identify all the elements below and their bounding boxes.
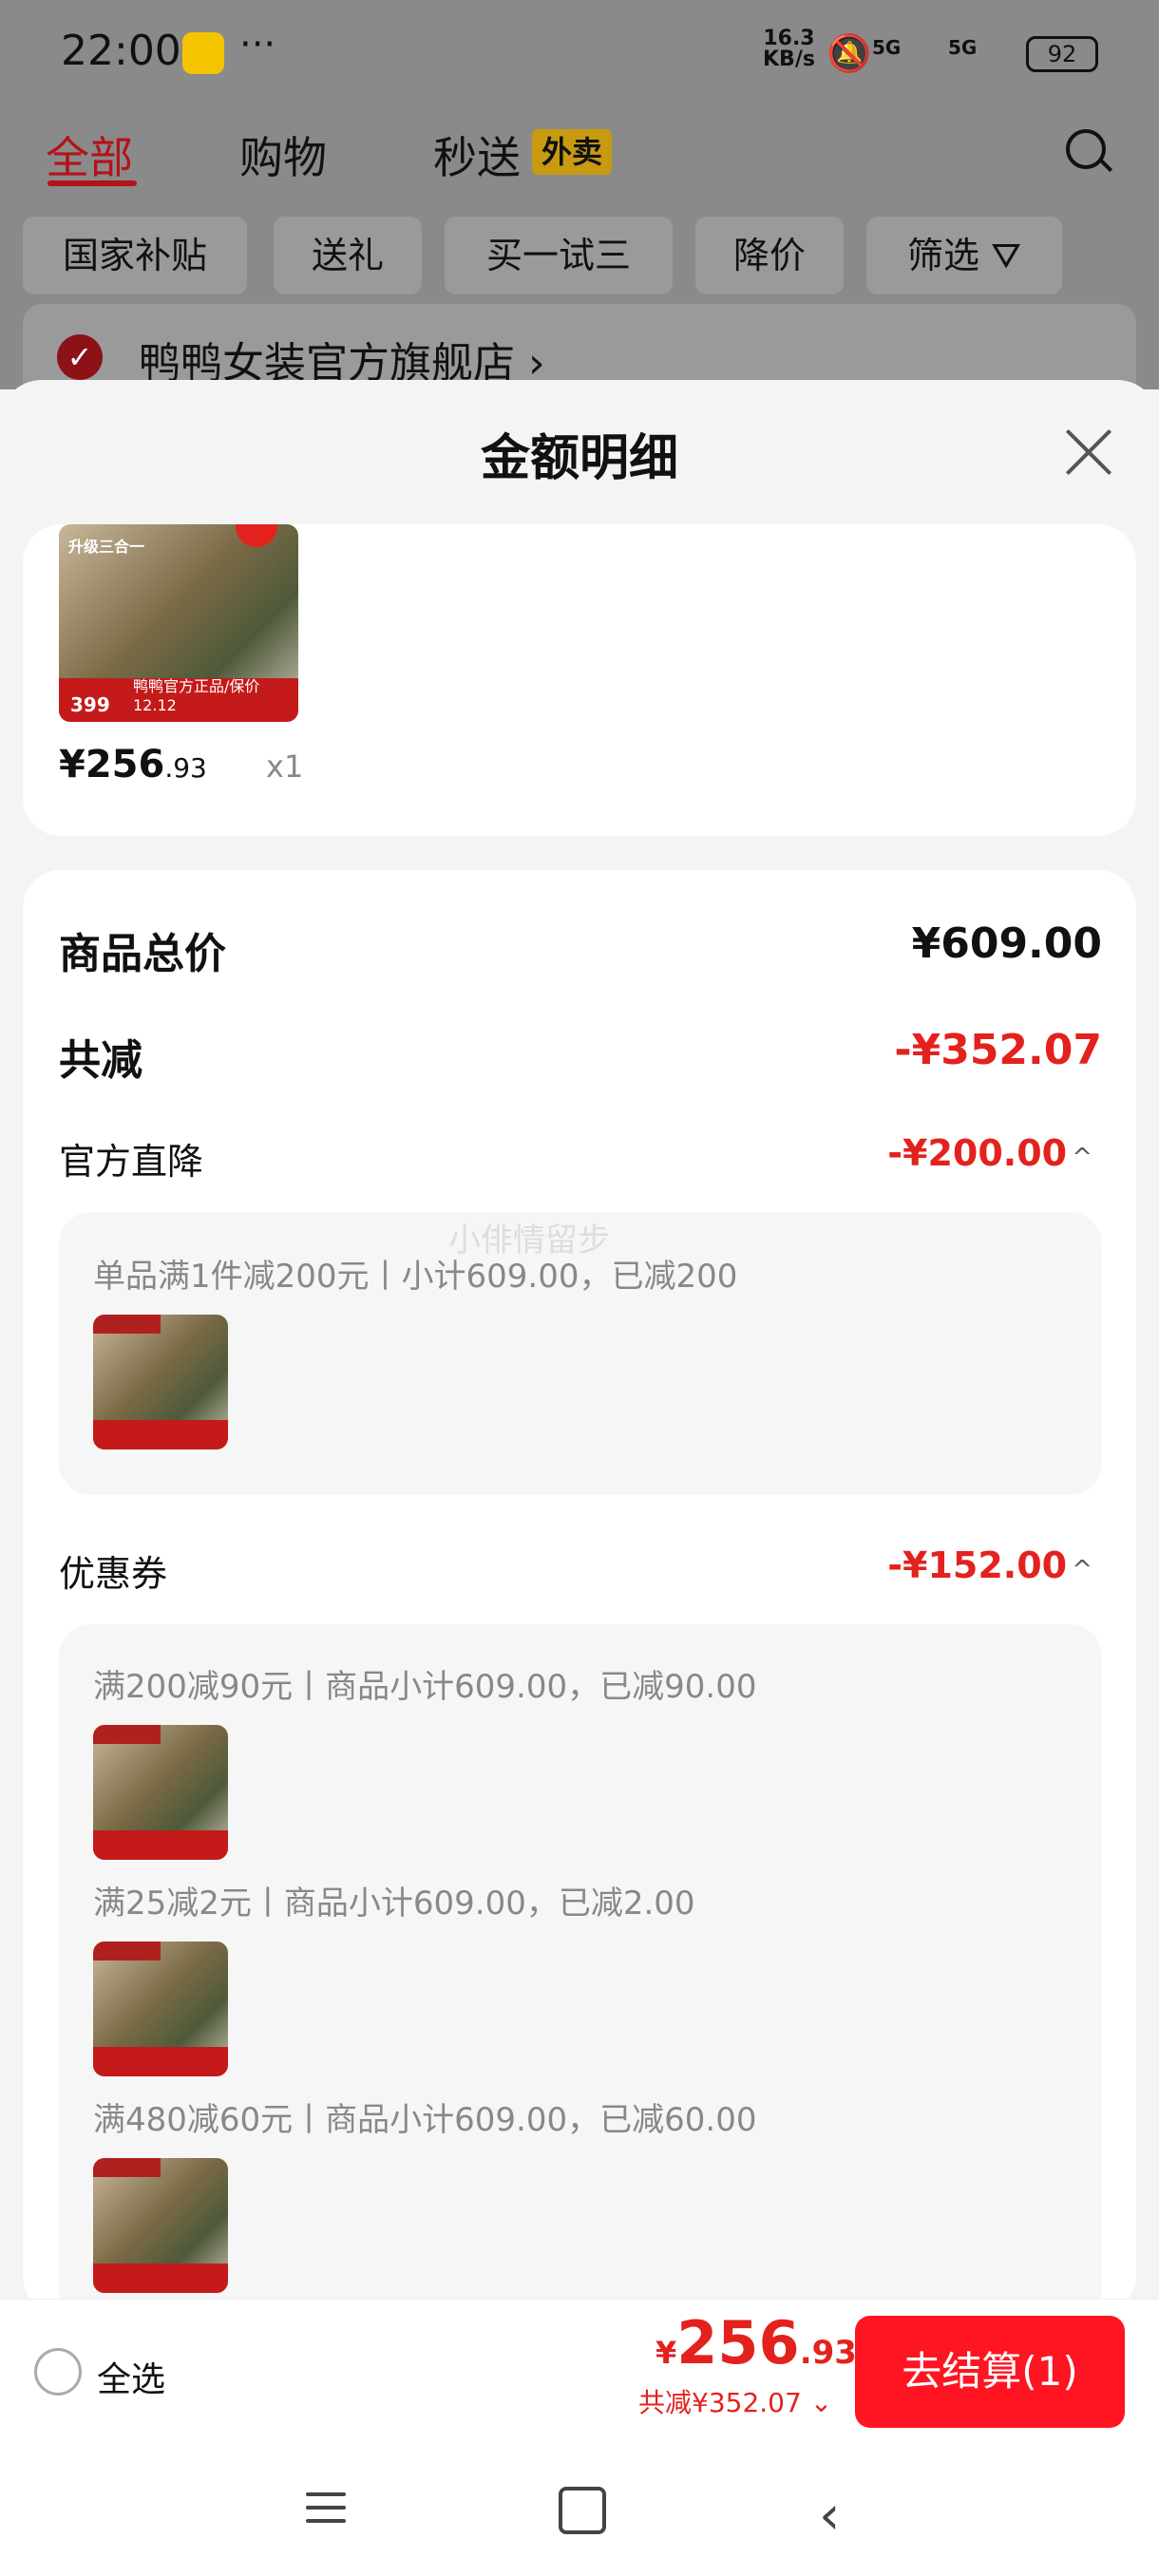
coupon-desc: 满25减2元丨商品小计609.00，已减2.00 bbox=[93, 1885, 695, 1923]
saved-amount-toggle[interactable]: 共减¥352.07 ⌄ bbox=[638, 2382, 832, 2420]
coupon-desc: 满200减90元丨商品小计609.00，已减90.00 bbox=[93, 1668, 757, 1706]
total-amount: ¥256.93 bbox=[656, 2308, 857, 2377]
takeout-badge: 外卖 bbox=[532, 129, 613, 175]
filter-chip[interactable]: 国家补贴 bbox=[23, 217, 247, 294]
bell-muted-icon: 🔕 bbox=[826, 32, 872, 74]
coupon-toggle[interactable]: -¥152.00 ^ bbox=[779, 1544, 1092, 1586]
reduce-value: -¥352.07 bbox=[894, 1026, 1102, 1074]
funnel-icon: ⛛ bbox=[991, 235, 1022, 276]
filter-chip-filter[interactable]: 筛选 ⛛ bbox=[866, 217, 1062, 294]
select-all-label[interactable]: 全选 bbox=[97, 2352, 165, 2401]
product-thumbnail bbox=[93, 1941, 228, 2076]
more-dots: ··· bbox=[239, 23, 276, 66]
tab-shopping[interactable]: 购物 bbox=[239, 123, 327, 186]
signal-icon-2: 5G bbox=[948, 36, 978, 59]
search-icon[interactable] bbox=[1066, 129, 1106, 169]
product-qty: x1 bbox=[266, 748, 304, 785]
filter-chip[interactable]: 送礼 bbox=[274, 217, 422, 294]
product-thumbnail bbox=[93, 1315, 228, 1449]
official-discount-desc: 单品满1件减200元丨小计609.00，已减200 bbox=[93, 1258, 738, 1296]
battery-icon: 92 bbox=[1026, 36, 1098, 72]
home-icon[interactable] bbox=[559, 2487, 606, 2534]
product-thumbnail bbox=[93, 2158, 228, 2293]
product-price: ¥256.93 bbox=[59, 743, 207, 786]
sheet-title: 金额明细 bbox=[480, 430, 678, 487]
status-time: 22:00 bbox=[61, 27, 181, 75]
reduce-label: 共减 bbox=[59, 1036, 142, 1085]
total-label: 商品总价 bbox=[59, 930, 226, 978]
total-value: ¥609.00 bbox=[911, 919, 1102, 968]
tab-all[interactable]: 全部 bbox=[46, 123, 133, 186]
product-thumbnail[interactable]: 升级三合一 399 鸭鸭官方正品/保价12.12 bbox=[59, 524, 298, 722]
tab-express[interactable]: 秒送 bbox=[433, 123, 521, 186]
net-speed: 16.3 KB/s bbox=[763, 27, 815, 71]
filter-chip[interactable]: 降价 bbox=[695, 217, 844, 294]
tab-underline bbox=[48, 180, 137, 186]
close-icon[interactable] bbox=[1064, 427, 1113, 477]
weibo-icon bbox=[182, 32, 224, 74]
chevron-up-icon: ^ bbox=[1072, 1144, 1092, 1172]
back-icon[interactable]: ‹ bbox=[819, 2485, 840, 2547]
official-discount-label: 官方直降 bbox=[59, 1141, 204, 1183]
signal-icon: 5G bbox=[872, 36, 902, 59]
chevron-up-icon: ^ bbox=[1072, 1556, 1092, 1584]
filter-chip[interactable]: 买一试三 bbox=[445, 217, 673, 294]
product-thumbnail bbox=[93, 1725, 228, 1860]
menu-icon[interactable] bbox=[306, 2492, 346, 2532]
select-all-radio[interactable] bbox=[34, 2348, 82, 2396]
check-icon bbox=[236, 524, 277, 547]
check-icon[interactable]: ✓ bbox=[57, 334, 103, 380]
coupon-desc: 满480减60元丨商品小计609.00，已减60.00 bbox=[93, 2101, 757, 2139]
official-discount-toggle[interactable]: -¥200.00 ^ bbox=[779, 1132, 1092, 1174]
coupon-label: 优惠券 bbox=[59, 1553, 168, 1595]
checkout-button[interactable]: 去结算(1) bbox=[855, 2316, 1125, 2428]
